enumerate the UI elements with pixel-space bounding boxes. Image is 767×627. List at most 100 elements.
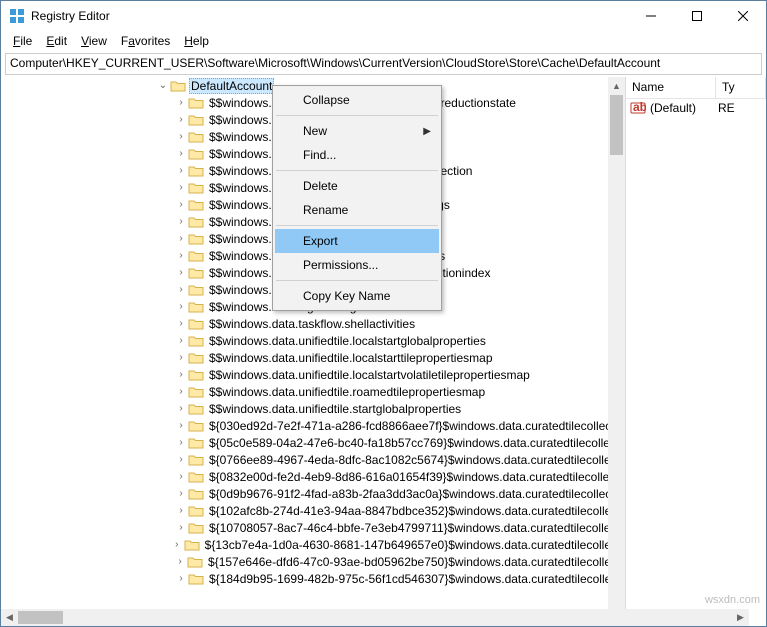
window-controls <box>628 1 766 31</box>
folder-icon <box>188 487 204 501</box>
list-header: Name Ty <box>626 77 766 99</box>
ctx-new-label: New <box>303 124 327 138</box>
tree-item[interactable]: ›$$windows.data.unifiedtile.localstartti… <box>1 349 625 366</box>
ctx-find[interactable]: Find... <box>275 143 439 167</box>
folder-icon <box>187 555 203 569</box>
menu-help[interactable]: Help <box>178 32 215 50</box>
folder-icon <box>188 215 204 229</box>
tree-item[interactable]: › ${10708057-8ac7-46c4-bbfe-7e3eb4799711}… <box>1 519 625 536</box>
list-pane[interactable]: Name Ty ab (Default) RE <box>626 77 766 626</box>
expand-icon[interactable]: › <box>174 402 188 416</box>
scroll-left-icon[interactable]: ◀ <box>1 609 18 626</box>
close-button[interactable] <box>720 1 766 31</box>
scroll-thumb[interactable] <box>18 611 63 624</box>
tree-scrollbar-vertical[interactable]: ▲ ▼ <box>608 77 625 626</box>
expand-icon[interactable]: › <box>174 300 188 314</box>
ctx-export[interactable]: Export <box>275 229 439 253</box>
expand-icon[interactable]: › <box>174 130 188 144</box>
expand-icon[interactable]: › <box>174 198 188 212</box>
folder-icon <box>188 164 204 178</box>
minimize-button[interactable] <box>628 1 674 31</box>
col-type[interactable]: Ty <box>716 77 766 98</box>
collapse-icon[interactable]: ⌄ <box>156 79 170 93</box>
scroll-up-icon[interactable]: ▲ <box>608 77 625 94</box>
folder-icon <box>188 436 204 450</box>
tree-item[interactable]: ›$$windows.data.unifiedtile.localstartgl… <box>1 332 625 349</box>
expand-icon[interactable]: › <box>174 181 188 195</box>
expand-icon[interactable]: › <box>174 368 188 382</box>
folder-icon <box>188 521 204 535</box>
ctx-rename[interactable]: Rename <box>275 198 439 222</box>
tree-item[interactable]: ›$$windows.data.unifiedtile.localstartvo… <box>1 366 625 383</box>
ctx-new[interactable]: New ▶ <box>275 119 439 143</box>
maximize-button[interactable] <box>674 1 720 31</box>
tree-item[interactable]: › ${05c0e589-04a2-47e6-bc40-fa18b57cc769}… <box>1 434 625 451</box>
folder-icon <box>184 538 200 552</box>
menu-edit[interactable]: Edit <box>40 32 73 50</box>
tree-item[interactable]: › ${0832e00d-fe2d-4eb9-8d86-616a01654f39}… <box>1 468 625 485</box>
folder-icon <box>188 147 204 161</box>
app-icon <box>9 8 25 24</box>
menu-favorites[interactable]: Favorites <box>115 32 176 50</box>
expand-icon[interactable]: › <box>174 436 188 450</box>
expand-icon[interactable]: › <box>174 453 188 467</box>
horizontal-scrollbar[interactable]: ◀ ▶ <box>1 609 749 626</box>
expand-icon[interactable]: › <box>174 504 188 518</box>
submenu-arrow-icon: ▶ <box>423 126 431 137</box>
expand-icon[interactable]: › <box>174 232 188 246</box>
folder-icon <box>188 130 204 144</box>
tree-item[interactable]: ›${102afc8b-274d-41e3-94aa-8847bdbce352}… <box>1 502 625 519</box>
expand-icon[interactable]: › <box>174 351 188 365</box>
ctx-copy-key-name[interactable]: Copy Key Name <box>275 284 439 308</box>
tree-label: ${0832e00d-fe2d-4eb9-8d86-616a01654f39}$… <box>207 470 623 484</box>
col-name[interactable]: Name <box>626 77 716 98</box>
separator <box>276 280 438 281</box>
title-bar[interactable]: Registry Editor <box>1 1 766 31</box>
tree-label: ${05c0e589-04a2-47e6-bc40-fa18b57cc769}$… <box>207 436 621 450</box>
tree-item[interactable]: ›${13cb7e4a-1d0a-4630-8681-147b649657e0}… <box>1 536 625 553</box>
tree-item[interactable]: ›$$windows.data.unifiedtile.startglobalp… <box>1 400 625 417</box>
tree-label: $$windows.data.unifiedtile.roamedtilepro… <box>207 385 487 399</box>
expand-icon[interactable]: › <box>174 317 188 331</box>
list-item[interactable]: ab (Default) RE <box>626 99 766 117</box>
ctx-permissions[interactable]: Permissions... <box>275 253 439 277</box>
expand-icon[interactable]: › <box>174 113 188 127</box>
expand-icon[interactable]: › <box>174 334 188 348</box>
tree-item[interactable]: › ${0766ee89-4967-4eda-8dfc-8ac1082c5674}… <box>1 451 625 468</box>
expand-icon[interactable]: › <box>174 164 188 178</box>
scroll-right-icon[interactable]: ▶ <box>732 609 749 626</box>
tree-label: ${0d9b9676-91f2-4fad-a83b-2faa3dd3ac0a}$… <box>207 487 619 501</box>
tree-label: ${157e646e-dfd6-47c0-93ae-bd05962be750}$… <box>206 555 625 569</box>
expand-icon[interactable]: › <box>174 249 188 263</box>
tree-label: ${0766ee89-4967-4eda-8dfc-8ac1082c5674}$… <box>207 453 625 467</box>
expand-icon[interactable]: › <box>174 385 188 399</box>
expand-icon[interactable]: › <box>173 555 187 569</box>
tree-label: ${10708057-8ac7-46c4-bbfe-7e3eb4799711}$… <box>207 521 624 535</box>
ctx-delete[interactable]: Delete <box>275 174 439 198</box>
folder-icon <box>188 385 204 399</box>
menu-file[interactable]: File <box>7 32 38 50</box>
expand-icon[interactable]: › <box>174 283 188 297</box>
expand-icon[interactable]: › <box>174 215 188 229</box>
expand-icon[interactable]: › <box>174 470 188 484</box>
scroll-thumb[interactable] <box>610 95 623 155</box>
menu-view[interactable]: View <box>75 32 113 50</box>
address-bar[interactable]: Computer\HKEY_CURRENT_USER\Software\Micr… <box>5 53 762 75</box>
expand-icon[interactable]: › <box>174 521 188 535</box>
expand-icon[interactable]: › <box>170 538 184 552</box>
ctx-collapse[interactable]: Collapse <box>275 88 439 112</box>
tree-item[interactable]: ›$$windows.data.taskflow.shellactivities <box>1 315 625 332</box>
tree-item[interactable]: › $$windows.data.unifiedtile.roamedtilepr… <box>1 383 625 400</box>
expand-icon[interactable]: › <box>174 147 188 161</box>
expand-icon[interactable]: › <box>174 266 188 280</box>
tree-item[interactable]: ›${030ed92d-7e2f-471a-a286-fcd8866aee7f}… <box>1 417 625 434</box>
folder-icon <box>188 317 204 331</box>
expand-icon[interactable]: › <box>174 419 188 433</box>
tree-item[interactable]: › ${157e646e-dfd6-47c0-93ae-bd05962be750}… <box>1 553 625 570</box>
expand-icon[interactable]: › <box>174 96 188 110</box>
expand-icon[interactable]: › <box>174 572 188 586</box>
expand-icon[interactable]: › <box>174 487 188 501</box>
tree-item[interactable]: › ${0d9b9676-91f2-4fad-a83b-2faa3dd3ac0a}… <box>1 485 625 502</box>
folder-icon <box>188 232 204 246</box>
tree-item[interactable]: ›${184d9b95-1699-482b-975c-56f1cd546307}… <box>1 570 625 587</box>
